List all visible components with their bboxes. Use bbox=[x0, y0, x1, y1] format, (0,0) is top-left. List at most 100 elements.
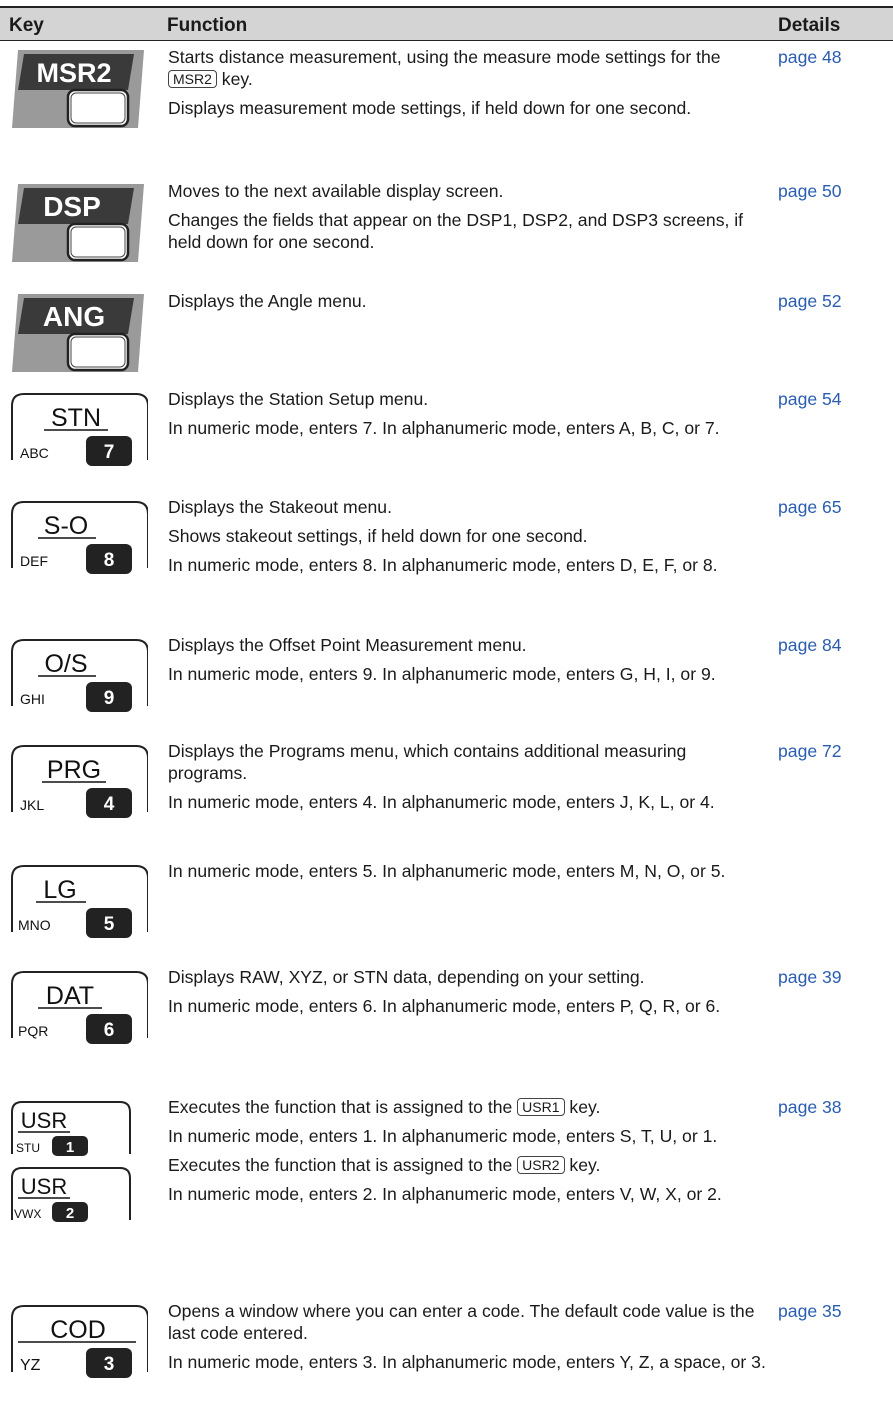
description-line: Opens a window where you can enter a cod… bbox=[168, 1301, 755, 1343]
description-line: In numeric mode, enters 7. In alphanumer… bbox=[168, 418, 720, 438]
header-key: Key bbox=[9, 15, 44, 36]
stn-key-letters: ABC bbox=[20, 445, 49, 461]
os-key-letters: GHI bbox=[20, 691, 45, 707]
description-line: In numeric mode, enters 2. In alphanumer… bbox=[168, 1184, 722, 1204]
so-description: Displays the Stakeout menu. Shows stakeo… bbox=[168, 496, 768, 583]
header-details: Details bbox=[778, 15, 841, 36]
table-row-lg: LG MNO 5 In numeric mode, enters 5. In a… bbox=[0, 860, 893, 960]
table-row-ang: ANG Displays the Angle menu. page 52 bbox=[0, 290, 893, 386]
stn-description: Displays the Station Setup menu. In nume… bbox=[168, 388, 768, 446]
description-line: Executes the function that is assigned t… bbox=[168, 1097, 601, 1117]
msr2-description: Starts distance measurement, using the m… bbox=[168, 46, 768, 126]
os-key-label: O/S bbox=[44, 650, 87, 678]
so-key-digit: 8 bbox=[104, 550, 115, 571]
description-line: Shows stakeout settings, if held down fo… bbox=[168, 526, 588, 546]
table-row-so: S-O DEF 8 Displays the Stakeout menu. Sh… bbox=[0, 496, 893, 626]
key-function-table: Key Function Details MSR2 Starts distanc… bbox=[0, 0, 893, 1416]
so-key-icon: S-O DEF 8 bbox=[8, 496, 158, 626]
description-line: In numeric mode, enters 6. In alphanumer… bbox=[168, 996, 721, 1016]
so-key-label: S-O bbox=[44, 512, 88, 540]
msr2-key-label: MSR2 bbox=[36, 58, 111, 88]
description-line: In numeric mode, enters 8. In alphanumer… bbox=[168, 555, 718, 575]
dsp-key-icon: DSP bbox=[8, 180, 158, 286]
ang-key-label: ANG bbox=[43, 301, 105, 332]
description-line: In numeric mode, enters 5. In alphanumer… bbox=[168, 861, 726, 881]
cod-key-icon: COD YZ 3 bbox=[8, 1300, 158, 1410]
usr1-key-icon: USR STU 1 bbox=[8, 1096, 158, 1158]
table-row-prg: PRG JKL 4 Displays the Programs menu, wh… bbox=[0, 740, 893, 858]
usr-description: Executes the function that is assigned t… bbox=[168, 1096, 768, 1212]
usr2-key-icon: USR VWX 2 bbox=[8, 1162, 158, 1224]
description-line: Displays the Offset Point Measurement me… bbox=[168, 635, 527, 655]
details-link[interactable]: page 52 bbox=[778, 290, 842, 312]
details-link[interactable]: page 39 bbox=[778, 966, 842, 988]
table-row-msr2: MSR2 Starts distance measurement, using … bbox=[0, 46, 893, 176]
description-line: Executes the function that is assigned t… bbox=[168, 1155, 601, 1175]
usr1-key-digit: 1 bbox=[66, 1139, 74, 1156]
dsp-description: Moves to the next available display scre… bbox=[168, 180, 768, 260]
usr2-inline-key: USR2 bbox=[517, 1156, 565, 1174]
dat-key-digit: 6 bbox=[104, 1020, 115, 1041]
description-line: In numeric mode, enters 9. In alphanumer… bbox=[168, 664, 716, 684]
prg-key-letters: JKL bbox=[20, 797, 44, 813]
description-line: Starts distance measurement, using the m… bbox=[168, 47, 721, 89]
os-key-icon: O/S GHI 9 bbox=[8, 634, 158, 732]
lg-key-label: LG bbox=[43, 876, 76, 904]
usr1-inline-key: USR1 bbox=[517, 1098, 565, 1116]
description-line: Displays RAW, XYZ, or STN data, dependin… bbox=[168, 967, 645, 987]
table-row-stn: STN ABC 7 Displays the Station Setup men… bbox=[0, 388, 893, 488]
details-link[interactable]: page 50 bbox=[778, 180, 842, 202]
table-row-dsp: DSP Moves to the next available display … bbox=[0, 180, 893, 286]
usr2-key-letters: VWX bbox=[14, 1207, 41, 1221]
stn-key-digit: 7 bbox=[104, 442, 115, 463]
table-row-os: O/S GHI 9 Displays the Offset Point Meas… bbox=[0, 634, 893, 732]
cod-key-digit: 3 bbox=[104, 1354, 115, 1375]
description-line: In numeric mode, enters 4. In alphanumer… bbox=[168, 792, 715, 812]
table-row-cod: COD YZ 3 Opens a window where you can en… bbox=[0, 1300, 893, 1410]
description-line: Moves to the next available display scre… bbox=[168, 181, 504, 201]
lg-key-icon: LG MNO 5 bbox=[8, 860, 158, 960]
details-link[interactable]: page 38 bbox=[778, 1096, 842, 1118]
description-line: Displays the Stakeout menu. bbox=[168, 497, 392, 517]
stn-key-label: STN bbox=[51, 404, 101, 432]
cod-description: Opens a window where you can enter a cod… bbox=[168, 1300, 768, 1380]
details-link[interactable]: page 35 bbox=[778, 1300, 842, 1322]
description-line: Changes the fields that appear on the DS… bbox=[168, 210, 744, 252]
table-header: Key Function Details bbox=[0, 8, 893, 41]
prg-key-icon: PRG JKL 4 bbox=[8, 740, 158, 858]
description-line: Displays the Angle menu. bbox=[168, 291, 367, 311]
description-line: Displays measurement mode settings, if h… bbox=[168, 98, 692, 118]
details-link[interactable]: page 84 bbox=[778, 634, 842, 656]
table-row-usr: USR STU 1 USR VWX 2 Executes the functio… bbox=[0, 1096, 893, 1300]
dat-key-letters: PQR bbox=[18, 1023, 48, 1039]
ang-description: Displays the Angle menu. bbox=[168, 290, 768, 319]
dat-key-icon: DAT PQR 6 bbox=[8, 966, 158, 1086]
prg-key-digit: 4 bbox=[104, 794, 115, 815]
so-key-letters: DEF bbox=[20, 553, 48, 569]
description-line: In numeric mode, enters 1. In alphanumer… bbox=[168, 1126, 718, 1146]
description-line: Displays the Station Setup menu. bbox=[168, 389, 429, 409]
cod-key-label: COD bbox=[50, 1316, 106, 1344]
description-line: In numeric mode, enters 3. In alphanumer… bbox=[168, 1352, 766, 1372]
lg-key-digit: 5 bbox=[104, 914, 115, 935]
dat-key-label: DAT bbox=[46, 982, 94, 1010]
lg-description: In numeric mode, enters 5. In alphanumer… bbox=[168, 860, 768, 889]
details-link[interactable]: page 65 bbox=[778, 496, 842, 518]
usr1-key-label: USR bbox=[21, 1108, 67, 1133]
header-function: Function bbox=[167, 15, 248, 36]
table-row-dat: DAT PQR 6 Displays RAW, XYZ, or STN data… bbox=[0, 966, 893, 1086]
details-link[interactable]: page 48 bbox=[778, 46, 842, 68]
lg-key-letters: MNO bbox=[18, 917, 51, 933]
usr2-key-digit: 2 bbox=[66, 1205, 74, 1222]
stn-key-icon: STN ABC 7 bbox=[8, 388, 158, 488]
details-link[interactable]: page 72 bbox=[778, 740, 842, 762]
os-description: Displays the Offset Point Measurement me… bbox=[168, 634, 768, 692]
cod-key-letters: YZ bbox=[20, 1357, 41, 1374]
msr2-inline-key: MSR2 bbox=[168, 70, 217, 88]
details-link[interactable]: page 54 bbox=[778, 388, 842, 410]
msr2-key-icon: MSR2 bbox=[8, 46, 158, 176]
description-line: Displays the Programs menu, which contai… bbox=[168, 741, 687, 783]
prg-key-label: PRG bbox=[47, 756, 101, 784]
usr1-key-letters: STU bbox=[16, 1141, 40, 1155]
os-key-digit: 9 bbox=[104, 688, 115, 709]
